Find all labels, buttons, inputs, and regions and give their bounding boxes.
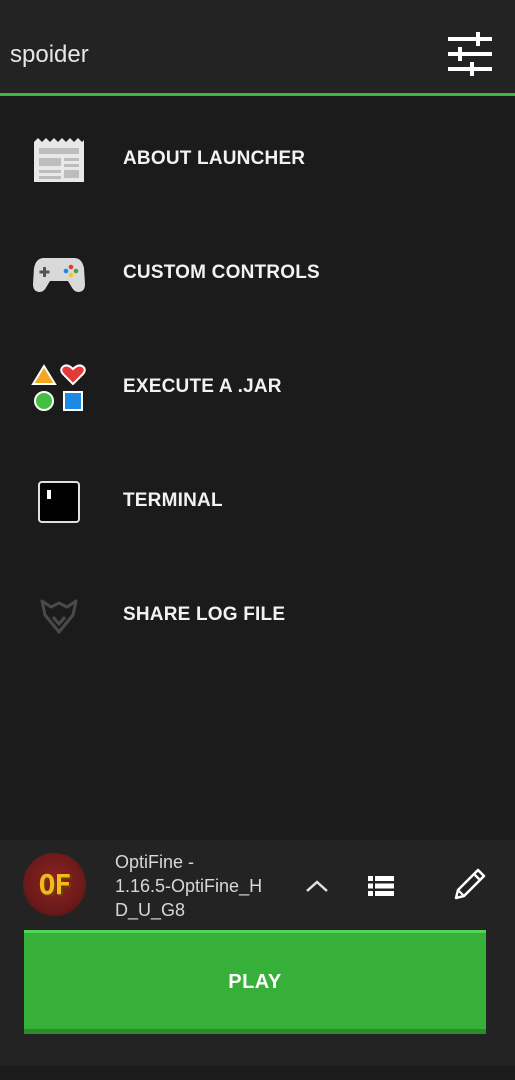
list-icon	[368, 876, 394, 896]
news-icon	[28, 129, 90, 191]
menu-item-about-launcher[interactable]: ABOUT LAUNCHER	[0, 119, 515, 215]
menu-item-terminal[interactable]: TERMINAL	[0, 461, 515, 557]
menu-label: TERMINAL	[123, 490, 223, 511]
menu-label: CUSTOM CONTROLS	[123, 262, 320, 283]
chevron-up-icon	[306, 880, 328, 892]
share-log-icon	[28, 585, 90, 647]
selected-version-name[interactable]: OptiFine - 1.16.5-OptiFine_H D_U_G8	[115, 850, 285, 922]
terminal-icon	[28, 471, 90, 533]
shapes-icon	[28, 357, 90, 419]
version-name-line-3: D_U_G8	[115, 900, 186, 920]
menu-item-custom-controls[interactable]: CUSTOM CONTROLS	[0, 233, 515, 329]
gamepad-icon	[28, 243, 90, 305]
edit-profile-button[interactable]	[448, 862, 492, 906]
menu-item-execute-jar[interactable]: EXECUTE A .JAR	[0, 347, 515, 443]
profile-avatar[interactable]: OF	[23, 853, 86, 916]
top-bar: spoider	[0, 0, 515, 96]
settings-button[interactable]	[440, 28, 500, 80]
play-button[interactable]: PLAY	[24, 930, 486, 1034]
pencil-icon	[454, 868, 486, 900]
sliders-icon	[448, 32, 492, 76]
profiles-list-button[interactable]	[362, 868, 400, 904]
system-nav-area	[0, 1066, 515, 1080]
optifine-logo-text: OF	[38, 868, 72, 901]
menu-label: SHARE LOG FILE	[123, 604, 286, 625]
menu-label: EXECUTE A .JAR	[123, 376, 282, 397]
menu-label: ABOUT LAUNCHER	[123, 148, 306, 169]
expand-versions-button[interactable]	[300, 870, 334, 902]
version-name-line-2: 1.16.5-OptiFine_H	[115, 876, 263, 896]
version-name-line-1: OptiFine -	[115, 852, 195, 872]
account-username[interactable]: spoider	[10, 38, 89, 72]
menu-item-share-log-file[interactable]: SHARE LOG FILE	[0, 575, 515, 671]
